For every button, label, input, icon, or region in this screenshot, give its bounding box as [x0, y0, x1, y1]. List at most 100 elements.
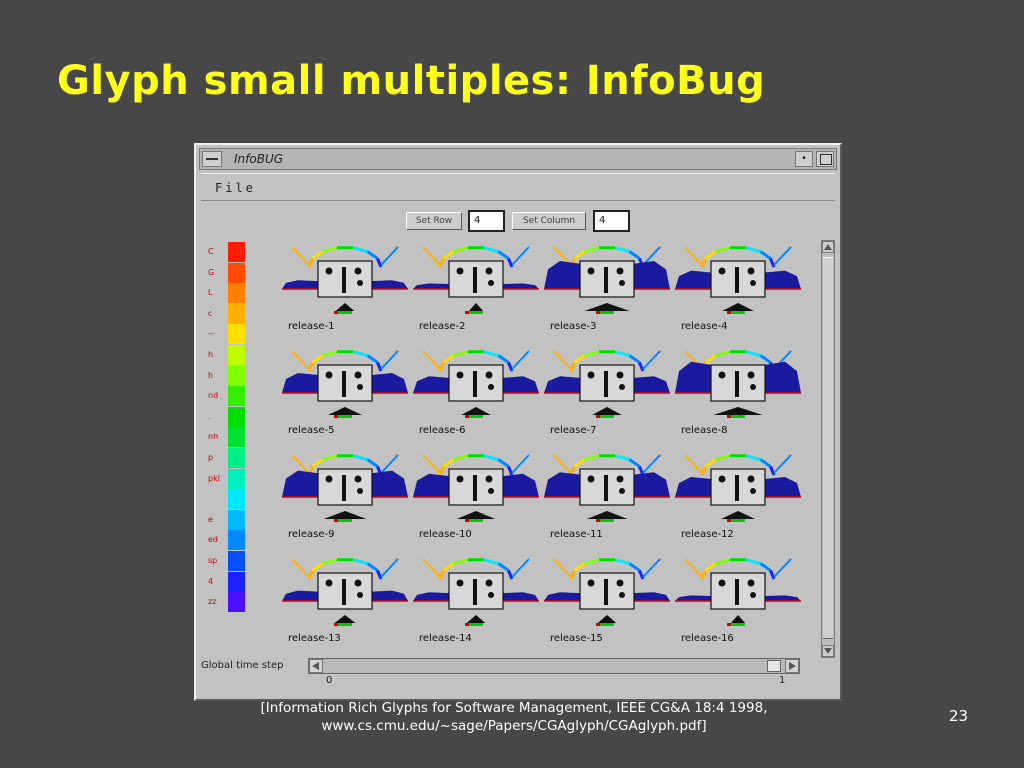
- maximize-button[interactable]: [816, 151, 834, 167]
- eye-right: [616, 579, 624, 587]
- eye-left: [456, 475, 464, 483]
- glyph-stem: [342, 579, 346, 605]
- glyph-tail: [468, 303, 484, 311]
- scroll-down-arrow-icon[interactable]: [822, 645, 834, 657]
- column-input[interactable]: 4: [593, 210, 630, 232]
- left-wing: [675, 270, 711, 289]
- time-step-label: Global time step: [201, 660, 284, 671]
- slider-thumb[interactable]: [767, 660, 781, 672]
- glyph-dot: [488, 592, 494, 598]
- infobug-glyph: [675, 454, 801, 522]
- eye-right: [616, 475, 624, 483]
- infobug-glyph: [675, 246, 801, 314]
- eye-left: [325, 371, 333, 379]
- eye-left: [325, 579, 333, 587]
- set-column-button[interactable]: Set Column: [512, 212, 586, 230]
- glyph-dot: [750, 488, 756, 494]
- glyph-cell[interactable]: release-2: [411, 237, 541, 337]
- right-wing: [372, 470, 408, 497]
- glyph-stem: [604, 579, 608, 605]
- eye-left: [587, 267, 595, 275]
- tail-green: [338, 311, 352, 314]
- left-wing: [282, 470, 318, 497]
- glyph-stem: [604, 267, 608, 293]
- right-wing: [503, 592, 539, 601]
- glyph-cell[interactable]: release-14: [411, 549, 541, 649]
- glyph-cell[interactable]: release-16: [673, 549, 803, 649]
- eye-left: [587, 579, 595, 587]
- citation-line-1: [Information Rich Glyphs for Software Ma…: [260, 700, 768, 716]
- vertical-scrollbar[interactable]: [821, 240, 835, 658]
- infobug-glyph: [544, 246, 670, 314]
- infobug-glyph: [413, 246, 539, 314]
- glyph-stem: [604, 475, 608, 501]
- minimize-button[interactable]: •: [795, 151, 813, 167]
- glyph-cell[interactable]: release-4: [673, 237, 803, 337]
- glyph-cell[interactable]: release-11: [542, 445, 672, 545]
- eye-left: [456, 267, 464, 275]
- set-row-button[interactable]: Set Row: [406, 212, 462, 230]
- vertical-scroll-thumb[interactable]: [823, 257, 833, 639]
- tail-green: [338, 519, 352, 522]
- glyph-dot: [357, 488, 363, 494]
- row-input[interactable]: 4: [468, 210, 505, 232]
- eye-right: [485, 267, 493, 275]
- eye-left: [325, 267, 333, 275]
- glyph-tail: [722, 303, 754, 311]
- legend-swatch: [228, 365, 245, 386]
- tail-green: [731, 519, 745, 522]
- glyph-dot: [357, 280, 363, 286]
- glyph-dot: [488, 280, 494, 286]
- tail-red: [596, 519, 600, 522]
- infobug-window: InfoBUG • File Set Row 4 Set Column 4 C G…: [194, 143, 842, 701]
- tail-red: [727, 311, 731, 314]
- glyph-label: release-11: [550, 529, 603, 540]
- legend-label: p: [208, 453, 214, 462]
- glyph-stem: [735, 371, 739, 397]
- glyph-stem: [473, 579, 477, 605]
- scroll-up-arrow-icon[interactable]: [822, 241, 834, 253]
- glyph-stem: [735, 579, 739, 605]
- legend-swatch: [228, 324, 245, 345]
- glyph-cell[interactable]: release-10: [411, 445, 541, 545]
- infobug-glyph: [544, 350, 670, 418]
- glyph-tail: [597, 615, 617, 623]
- menu-file[interactable]: File: [215, 181, 256, 195]
- tail-red: [596, 311, 600, 314]
- glyph-stem: [473, 267, 477, 293]
- glyph-cell[interactable]: release-13: [280, 549, 410, 649]
- window-menu-button[interactable]: [202, 151, 222, 167]
- right-wing: [765, 270, 801, 289]
- glyph-cell[interactable]: release-12: [673, 445, 803, 545]
- eye-left: [587, 371, 595, 379]
- glyph-dot: [619, 384, 625, 390]
- left-wing: [544, 376, 580, 393]
- legend-swatch: [228, 509, 245, 530]
- glyph-cell[interactable]: release-15: [542, 549, 672, 649]
- glyph-tail: [713, 407, 763, 415]
- window-titlebar[interactable]: InfoBUG •: [199, 148, 837, 170]
- glyph-stem: [473, 371, 477, 397]
- eye-right: [354, 475, 362, 483]
- glyph-cell[interactable]: release-7: [542, 341, 672, 441]
- slider-right-arrow-icon[interactable]: [785, 659, 799, 673]
- eye-right: [616, 371, 624, 379]
- tail-red: [465, 623, 469, 626]
- legend-label: sp: [208, 556, 218, 565]
- right-wing: [372, 590, 408, 601]
- glyph-cell[interactable]: release-1: [280, 237, 410, 337]
- glyph-tail: [334, 615, 356, 623]
- glyph-label: release-16: [681, 633, 734, 644]
- slider-left-arrow-icon[interactable]: [309, 659, 323, 673]
- tail-green: [469, 623, 483, 626]
- glyph-dot: [619, 488, 625, 494]
- infobug-glyph: [282, 246, 408, 314]
- glyph-cell[interactable]: release-9: [280, 445, 410, 545]
- glyph-cell[interactable]: release-6: [411, 341, 541, 441]
- glyph-cell[interactable]: release-8: [673, 341, 803, 441]
- right-wing: [634, 261, 670, 289]
- glyph-label: release-13: [288, 633, 341, 644]
- glyph-cell[interactable]: release-3: [542, 237, 672, 337]
- glyph-cell[interactable]: release-5: [280, 341, 410, 441]
- time-step-slider[interactable]: [308, 658, 800, 674]
